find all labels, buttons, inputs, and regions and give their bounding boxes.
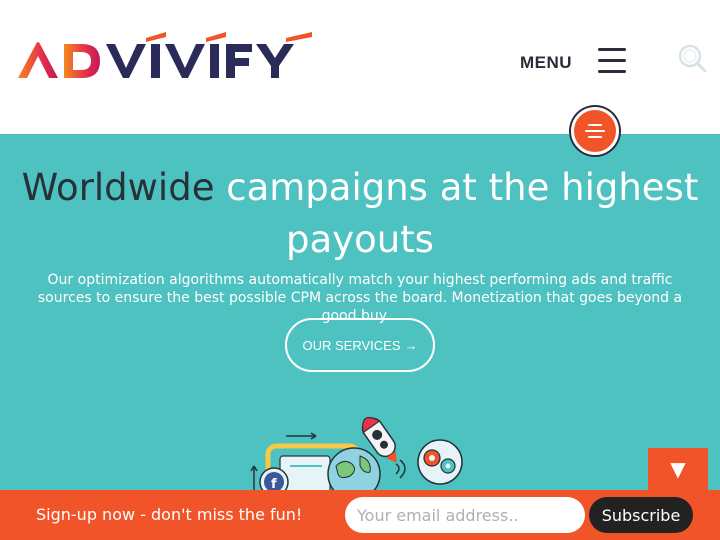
site-header: MENU: [0, 0, 720, 155]
email-input[interactable]: [345, 497, 585, 533]
hero-section: Worldwide campaigns at the highest payou…: [0, 134, 720, 490]
triangle-down-icon[interactable]: ▼: [648, 448, 708, 490]
hero-description: Our optimization algorithms automaticall…: [37, 272, 683, 324]
menu-label[interactable]: MENU: [520, 53, 572, 73]
arrow-right-icon: →: [404, 337, 418, 353]
services-button-label: OUR SERVICES: [302, 337, 401, 353]
floating-menu-button[interactable]: [571, 107, 619, 155]
headline-highlight: Worldwide: [21, 166, 215, 209]
advivify-logo[interactable]: [16, 30, 316, 82]
svg-text:f: f: [271, 477, 277, 490]
headline-rest: campaigns at the highest payouts: [226, 166, 699, 261]
menu-lines-icon: [588, 124, 602, 126]
subscribe-button[interactable]: Subscribe: [589, 497, 693, 533]
marketing-illustration: f: [250, 416, 463, 490]
our-services-button[interactable]: OUR SERVICES →: [285, 318, 435, 372]
menu-lines-icon-line: [588, 136, 602, 138]
hero-headline: Worldwide campaigns at the highest payou…: [0, 162, 720, 266]
signup-bar: Sign-up now - don't miss the fun! Subscr…: [0, 490, 720, 540]
search-icon[interactable]: [676, 42, 708, 74]
menu-lines-icon-line: [585, 130, 605, 132]
signup-text: Sign-up now - don't miss the fun!: [36, 505, 303, 524]
hamburger-icon[interactable]: [598, 48, 626, 74]
